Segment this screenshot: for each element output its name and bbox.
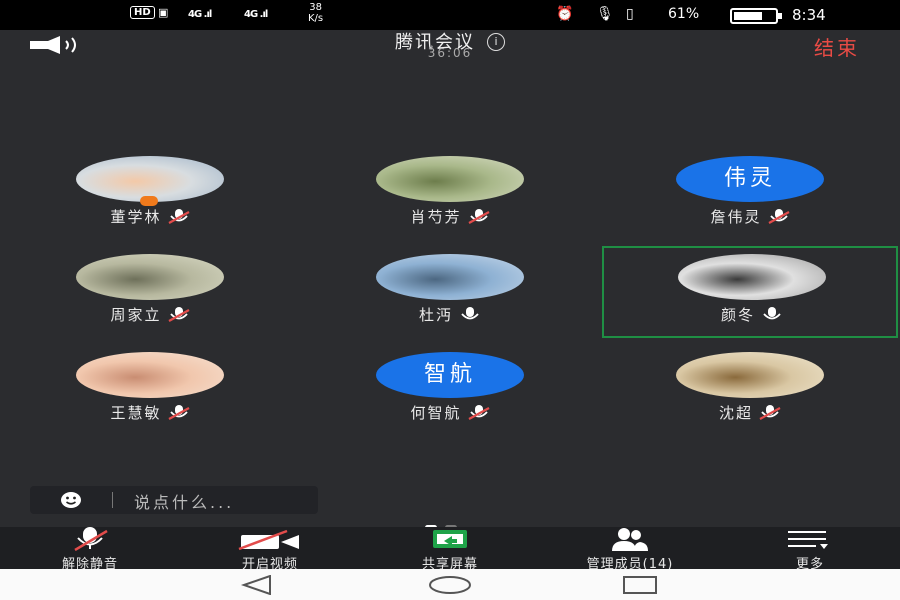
net-speed-value: 38 (309, 2, 322, 13)
participant-tile[interactable]: 杜沔 (302, 248, 598, 340)
net-speed: 38 K/s (308, 2, 323, 24)
unmute-button[interactable]: 解除静音 (0, 527, 180, 572)
mic-icon (761, 307, 783, 327)
members-icon (612, 528, 648, 551)
participant-name: 肖芍芳 (410, 208, 462, 226)
battery-icon (730, 8, 784, 28)
participant-tile[interactable]: 智航 何智航 (302, 346, 598, 438)
nav-recents-icon[interactable] (622, 575, 658, 599)
clock: 8:34 (792, 6, 826, 24)
chat-divider (112, 492, 113, 508)
net-speed-unit: K/s (308, 13, 324, 24)
signal-strength-1: 4G .ıl (188, 9, 212, 20)
participant-name-row: 詹伟灵 (602, 206, 898, 229)
participant-name-row: 何智航 (302, 402, 598, 425)
alarm-icon: ⏰ (556, 6, 574, 22)
bottom-toolbar: 解除静音 开启视频 共享屏幕 管理成员(14) 更多 (0, 527, 900, 572)
participant-name: 何智航 (410, 404, 462, 422)
participant-tile[interactable]: 肖芍芳 (302, 150, 598, 242)
avatar: 智航 (376, 352, 524, 398)
participant-name-row: 沈超 (602, 402, 898, 425)
avatar (678, 254, 826, 300)
hd-badge: HD (130, 6, 155, 19)
avatar (376, 254, 524, 300)
participant-tile[interactable]: 沈超 (602, 346, 898, 438)
chat-placeholder: 说点什么... (134, 493, 235, 512)
vibrate-icon: ▯ (626, 6, 634, 22)
avatar (376, 156, 524, 202)
mic-muted-icon (167, 405, 190, 425)
signal-strength-2: 4G .ıl (244, 9, 268, 20)
participant-tile-selected[interactable]: 颜冬 (602, 246, 898, 338)
participant-name-row: 王慧敏 (2, 402, 298, 425)
sim-icon: ▣ (158, 6, 169, 19)
participant-name: 杜沔 (418, 306, 453, 324)
avatar (76, 352, 224, 398)
participant-tile[interactable]: 王慧敏 (2, 346, 298, 438)
participant-name-row: 董学林 (2, 206, 298, 229)
participant-name: 周家立 (110, 306, 162, 324)
participant-name-row: 肖芍芳 (302, 206, 598, 229)
participant-name-row: 杜沔 (302, 304, 598, 327)
mic-icon (459, 307, 481, 327)
participant-name: 詹伟灵 (710, 208, 762, 226)
participant-tile[interactable]: 周家立 (2, 248, 298, 340)
system-nav-bar (0, 569, 900, 600)
start-video-button[interactable]: 开启视频 (180, 527, 360, 572)
participant-name-row: 周家立 (2, 304, 298, 327)
smile-icon[interactable] (60, 491, 82, 513)
participant-name: 颜冬 (720, 306, 755, 324)
manage-members-button[interactable]: 管理成员(14) (540, 527, 720, 572)
end-meeting-button[interactable]: 结束 (814, 32, 860, 61)
menu-icon (788, 531, 828, 549)
mic-muted-icon (767, 209, 790, 229)
meeting-header: 腾讯会议 i 36:06 结束 (0, 30, 900, 62)
battery-percent: 61% (668, 6, 700, 22)
meeting-timer: 36:06 (427, 46, 473, 60)
status-bar: HD ▣ 4G .ıl 4G .ıl 38 K/s ⏰ 🎙 ▯ 61% 8:34 (0, 0, 900, 30)
avatar (676, 352, 824, 398)
participant-name-row: 颜冬 (604, 304, 900, 327)
nav-back-icon[interactable] (240, 574, 274, 599)
mic-muted-icon (167, 209, 190, 229)
share-screen-button[interactable]: 共享屏幕 (360, 527, 540, 572)
mic-muted-icon (759, 405, 781, 425)
chat-input[interactable]: 说点什么... (30, 486, 318, 514)
nav-home-icon[interactable] (428, 575, 472, 599)
mic-muted-icon (467, 209, 490, 229)
participant-tile[interactable]: 董学林 (2, 150, 298, 242)
host-badge (140, 196, 158, 206)
mic-muted-icon (74, 527, 108, 551)
mic-muted-icon (167, 307, 190, 327)
mic-muted-icon (467, 405, 490, 425)
participant-name: 董学林 (110, 208, 162, 226)
participant-name: 王慧敏 (110, 404, 162, 422)
mic-status-icon: 🎙 (596, 6, 614, 22)
avatar (76, 254, 224, 300)
more-button[interactable]: 更多 (720, 527, 900, 572)
share-screen-icon (433, 530, 467, 548)
video-off-icon (238, 529, 299, 551)
participant-name: 沈超 (718, 404, 753, 422)
avatar: 伟灵 (676, 156, 824, 202)
participant-tile[interactable]: 伟灵 詹伟灵 (602, 150, 898, 242)
